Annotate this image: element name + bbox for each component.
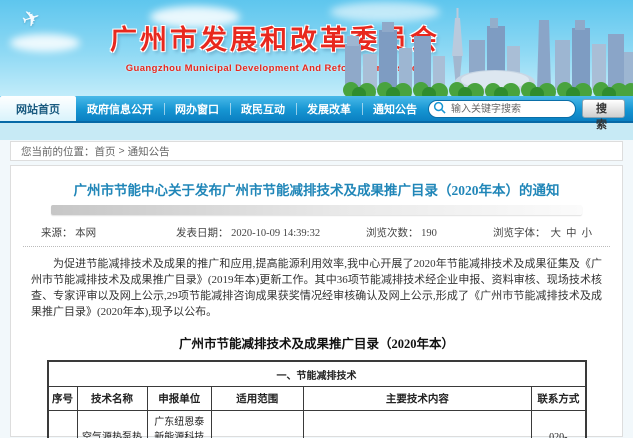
- col-header-no: 序号: [48, 387, 78, 411]
- article-paragraph: 为促进节能减排技术及成果的推广和应用,提高能源利用效率,我中心开展了2020年节…: [23, 247, 610, 321]
- col-header-scope: 适用范围: [212, 387, 303, 411]
- spacer-band: [0, 123, 633, 140]
- cell-content: 采用热泵技术，提高热水系统能效。: [303, 411, 532, 438]
- col-header-org: 申报单位: [147, 387, 212, 411]
- nav-item-online-window[interactable]: 网办窗口: [164, 96, 230, 121]
- article-title: 广州市节能中心关于发布广州市节能减排技术及成果推广目录（2020年本）的通知: [23, 166, 610, 199]
- table-section-header: 一、节能减排技术: [48, 361, 586, 387]
- article-meta: 来源： 本网 发表日期： 2020-10-09 14:39:32 浏览次数： 1…: [23, 215, 610, 247]
- search-button[interactable]: 搜 索: [582, 99, 625, 118]
- font-size-medium-button[interactable]: 中: [566, 225, 577, 240]
- col-header-contact: 联系方式: [532, 387, 586, 411]
- header-banner: ✈ 广州市发展和改革委员会 Guangzhou Municipal Develo…: [0, 0, 633, 96]
- nav-item-notices[interactable]: 通知公告: [362, 96, 428, 121]
- cell-scope: 适用于热水制备: [212, 411, 303, 438]
- cell-no: 22: [48, 411, 78, 438]
- search-icon: [433, 101, 446, 114]
- nav-item-interaction[interactable]: 政民互动: [230, 96, 296, 121]
- col-header-content: 主要技术内容: [303, 387, 532, 411]
- breadcrumb: 您当前的位置： 首页 > 通知公告: [10, 141, 623, 161]
- breadcrumb-home-link[interactable]: 首页: [95, 144, 116, 159]
- font-size-small-button[interactable]: 小: [582, 225, 593, 240]
- col-header-name: 技术名称: [77, 387, 147, 411]
- meta-views: 浏览次数： 190: [366, 225, 493, 240]
- article-container: 广州市节能中心关于发布广州市节能减排技术及成果推广目录（2020年本）的通知 来…: [10, 165, 623, 437]
- title-underline-bar: [51, 205, 582, 215]
- cell-name: 空气源热泵热水机: [77, 411, 147, 438]
- airplane-icon: ✈: [18, 4, 44, 34]
- breadcrumb-separator: >: [119, 145, 125, 157]
- cell-org: 广东纽恩泰新能源科技发展有限公司: [147, 411, 212, 438]
- catalog-table: 一、节能减排技术 序号 技术名称 申报单位 适用范围 主要技术内容 联系方式 2…: [47, 360, 587, 438]
- cloud-decoration: [10, 34, 80, 52]
- search-input[interactable]: [428, 100, 576, 118]
- table-row: 22 空气源热泵热水机 广东纽恩泰新能源科技发展有限公司 适用于热水制备 采用热…: [48, 411, 586, 438]
- city-skyline-graphic: [343, 6, 633, 96]
- breadcrumb-prefix: 您当前的位置：: [21, 144, 95, 159]
- font-size-large-button[interactable]: 大: [551, 225, 562, 240]
- meta-date: 发表日期： 2020-10-09 14:39:32: [176, 225, 366, 240]
- catalog-title: 广州市节能减排技术及成果推广目录（2020年本）: [23, 333, 610, 352]
- meta-source: 来源： 本网: [41, 225, 176, 240]
- breadcrumb-current-link[interactable]: 通知公告: [128, 144, 170, 159]
- nav-item-home[interactable]: 网站首页: [0, 96, 76, 121]
- nav-item-development[interactable]: 发展改革: [296, 96, 362, 121]
- main-navigation: 网站首页 政府信息公开 网办窗口 政民互动 发展改革 通知公告 搜 索: [0, 96, 633, 123]
- cell-contact: 020-86735922: [532, 411, 586, 438]
- nav-item-gov-info[interactable]: 政府信息公开: [76, 96, 164, 121]
- meta-font-label: 浏览字体：: [493, 225, 546, 240]
